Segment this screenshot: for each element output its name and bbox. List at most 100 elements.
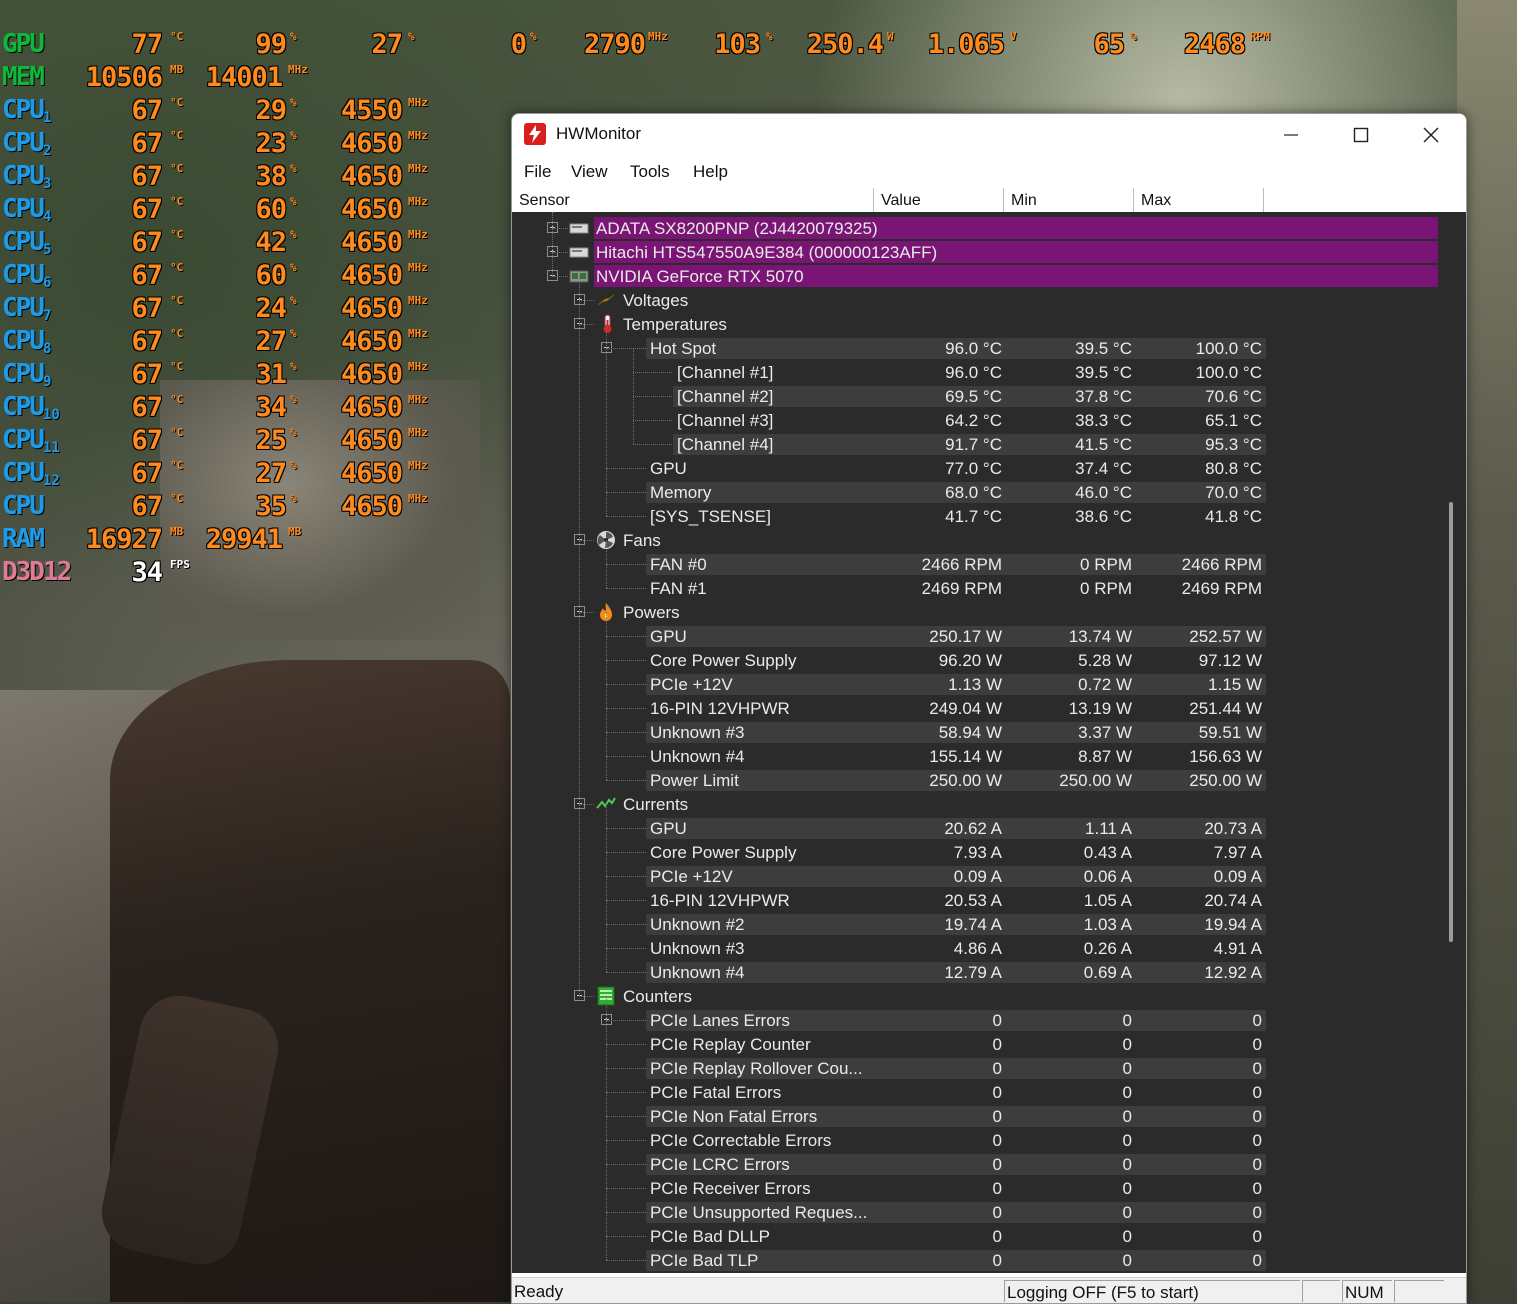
sensor-value: 0 [992, 1155, 1002, 1174]
sensor-row[interactable]: GPU 20.62 A 1.11 A 20.73 A [512, 816, 1438, 840]
sensor-value: 0 [992, 1083, 1002, 1102]
sensor-min: 0.43 A [1083, 843, 1132, 862]
device-row[interactable]: Hitachi HTS547550A9E384 (000000123AFF) [512, 240, 1438, 264]
sensor-row[interactable]: Hot Spot 96.0 °C 39.5 °C 100.0 °C [512, 336, 1438, 360]
sensor-max: 20.73 A [1204, 819, 1262, 838]
sensor-row[interactable]: Core Power Supply 96.20 W 5.28 W 97.12 W [512, 648, 1438, 672]
menu-file[interactable]: File [524, 162, 551, 182]
sensor-row[interactable]: PCIe Bad DLLP 0 0 0 [512, 1224, 1438, 1248]
sensor-group-fans[interactable]: Fans [512, 528, 1438, 552]
sensor-row[interactable]: Power Limit 250.00 W 250.00 W 250.00 W [512, 768, 1438, 792]
osd-cpu-temp-unit: °C [170, 492, 184, 505]
osd-fps-label: D3D12 [2, 557, 72, 587]
tree-line [606, 1140, 646, 1141]
tree-line [606, 1188, 646, 1189]
tree-line [606, 1236, 646, 1237]
sensor-value: 0 [992, 1011, 1002, 1030]
tree-line [552, 228, 568, 229]
sensor-max: 0 [1252, 1155, 1262, 1174]
sensor-row[interactable]: PCIe Fatal Errors 0 0 0 [512, 1080, 1438, 1104]
device-row[interactable]: NVIDIA GeForce RTX 5070 [512, 264, 1438, 288]
device-row[interactable]: ADATA SX8200PNP (2J4420079325) [512, 216, 1438, 240]
sensor-row[interactable]: [SYS_TSENSE] 41.7 °C 38.6 °C 41.8 °C [512, 504, 1438, 528]
tree-line [606, 732, 646, 733]
sensor-row[interactable]: PCIe Unsupported Reques... 0 0 0 [512, 1200, 1438, 1224]
sensor-row[interactable]: FAN #1 2469 RPM 0 RPM 2469 RPM [512, 576, 1438, 600]
minimize-button[interactable] [1256, 114, 1326, 156]
sensor-max: 80.8 °C [1205, 459, 1262, 478]
column-sensor[interactable]: Sensor [512, 188, 874, 212]
sensor-name: FAN #0 [650, 555, 707, 574]
osd-cpu-clock-unit: MHz [408, 129, 428, 142]
sensor-row[interactable]: GPU 250.17 W 13.74 W 252.57 W [512, 624, 1438, 648]
sensor-name: [Channel #2] [677, 387, 774, 406]
sensor-row[interactable]: PCIe +12V 0.09 A 0.06 A 0.09 A [512, 864, 1438, 888]
sensor-group-temperatures[interactable]: Temperatures [512, 312, 1438, 336]
sensor-row[interactable]: Unknown #3 58.94 W 3.37 W 59.51 W [512, 720, 1438, 744]
sensor-value: 77.0 °C [945, 459, 1002, 478]
sensor-row[interactable]: Unknown #4 155.14 W 8.87 W 156.63 W [512, 744, 1438, 768]
sensor-group-currents[interactable]: Currents [512, 792, 1438, 816]
sensor-row[interactable]: Memory 68.0 °C 46.0 °C 70.0 °C [512, 480, 1438, 504]
sensor-row[interactable]: Unknown #3 4.86 A 0.26 A 4.91 A [512, 936, 1438, 960]
sensor-row[interactable]: PCIe Non Fatal Errors 0 0 0 [512, 1104, 1438, 1128]
sensor-group-voltages[interactable]: Voltages [512, 288, 1438, 312]
osd-cpu-temp-unit: °C [170, 228, 184, 241]
sensor-group-counters[interactable]: Counters [512, 984, 1438, 1008]
sensor-min: 0.69 A [1083, 963, 1132, 982]
sensor-row[interactable]: 16-PIN 12VHPWR 20.53 A 1.05 A 20.74 A [512, 888, 1438, 912]
sensor-group-powers[interactable]: Powers [512, 600, 1438, 624]
sensor-row[interactable]: Unknown #2 19.74 A 1.03 A 19.94 A [512, 912, 1438, 936]
osd-cpu-clock: 4650 [340, 491, 403, 522]
osd-cpu-temp-unit: °C [170, 261, 184, 274]
sensor-tree[interactable]: ADATA SX8200PNP (2J4420079325) Hitachi HT… [512, 212, 1438, 1273]
status-num: NUM [1342, 1280, 1392, 1302]
sensor-min: 46.0 °C [1075, 483, 1132, 502]
sensor-min: 13.19 W [1068, 699, 1132, 718]
tree-line [552, 252, 568, 253]
sensor-name: Memory [650, 483, 712, 502]
sensor-row[interactable]: PCIe +12V 1.13 W 0.72 W 1.15 W [512, 672, 1438, 696]
column-min[interactable]: Min [1004, 188, 1134, 212]
osd-cpu-clock: 4650 [340, 293, 403, 324]
maximize-button[interactable] [1326, 114, 1396, 156]
sensor-row[interactable]: Core Power Supply 7.93 A 0.43 A 7.97 A [512, 840, 1438, 864]
sensor-row[interactable]: PCIe LCRC Errors 0 0 0 [512, 1152, 1438, 1176]
osd-gpu-load-unit: % [290, 30, 297, 43]
sensor-row[interactable]: PCIe Lanes Errors 0 0 0 [512, 1008, 1438, 1032]
vertical-scrollbar[interactable] [1438, 212, 1466, 1273]
sensor-name: Hot Spot [650, 339, 717, 358]
close-button[interactable] [1396, 114, 1466, 156]
tree-line [579, 276, 580, 996]
sensor-row[interactable]: PCIe Replay Counter 0 0 0 [512, 1032, 1438, 1056]
osd-mem-used-unit: MB [170, 63, 184, 76]
osd-gpu-load: 99 [255, 29, 287, 60]
title-bar[interactable]: HWMonitor [512, 114, 1466, 156]
sensor-row[interactable]: PCIe Replay Rollover Cou... 0 0 0 [512, 1056, 1438, 1080]
sensor-name: GPU [650, 627, 687, 646]
sensor-value: 68.0 °C [945, 483, 1002, 502]
osd-cpu-load: 38 [255, 161, 287, 192]
tree-line [606, 876, 646, 877]
sensor-value: 249.04 W [929, 699, 1002, 718]
osd-cpu-temp-unit: °C [170, 96, 184, 109]
column-max[interactable]: Max [1134, 188, 1264, 212]
sensor-name: PCIe +12V [650, 675, 733, 694]
sensor-row[interactable]: Unknown #4 12.79 A 0.69 A 12.92 A [512, 960, 1438, 984]
sensor-value: 0 [992, 1131, 1002, 1150]
sensor-min: 250.00 W [1059, 771, 1132, 790]
sensor-row[interactable]: GPU 77.0 °C 37.4 °C 80.8 °C [512, 456, 1438, 480]
sensor-row[interactable]: 16-PIN 12VHPWR 249.04 W 13.19 W 251.44 W [512, 696, 1438, 720]
osd-cpu-load: 60 [255, 194, 287, 225]
menu-tools[interactable]: Tools [630, 162, 670, 182]
sensor-row[interactable]: PCIe Receiver Errors 0 0 0 [512, 1176, 1438, 1200]
menu-help[interactable]: Help [693, 162, 728, 182]
sensor-row[interactable]: PCIe Correctable Errors 0 0 0 [512, 1128, 1438, 1152]
group-label: Temperatures [623, 315, 727, 334]
sensor-row[interactable]: PCIe Bad TLP 0 0 0 [512, 1248, 1438, 1272]
tree-line [579, 996, 594, 997]
scroll-thumb[interactable] [1449, 502, 1453, 942]
sensor-row[interactable]: FAN #0 2466 RPM 0 RPM 2466 RPM [512, 552, 1438, 576]
menu-view[interactable]: View [571, 162, 608, 182]
column-value[interactable]: Value [874, 188, 1004, 212]
